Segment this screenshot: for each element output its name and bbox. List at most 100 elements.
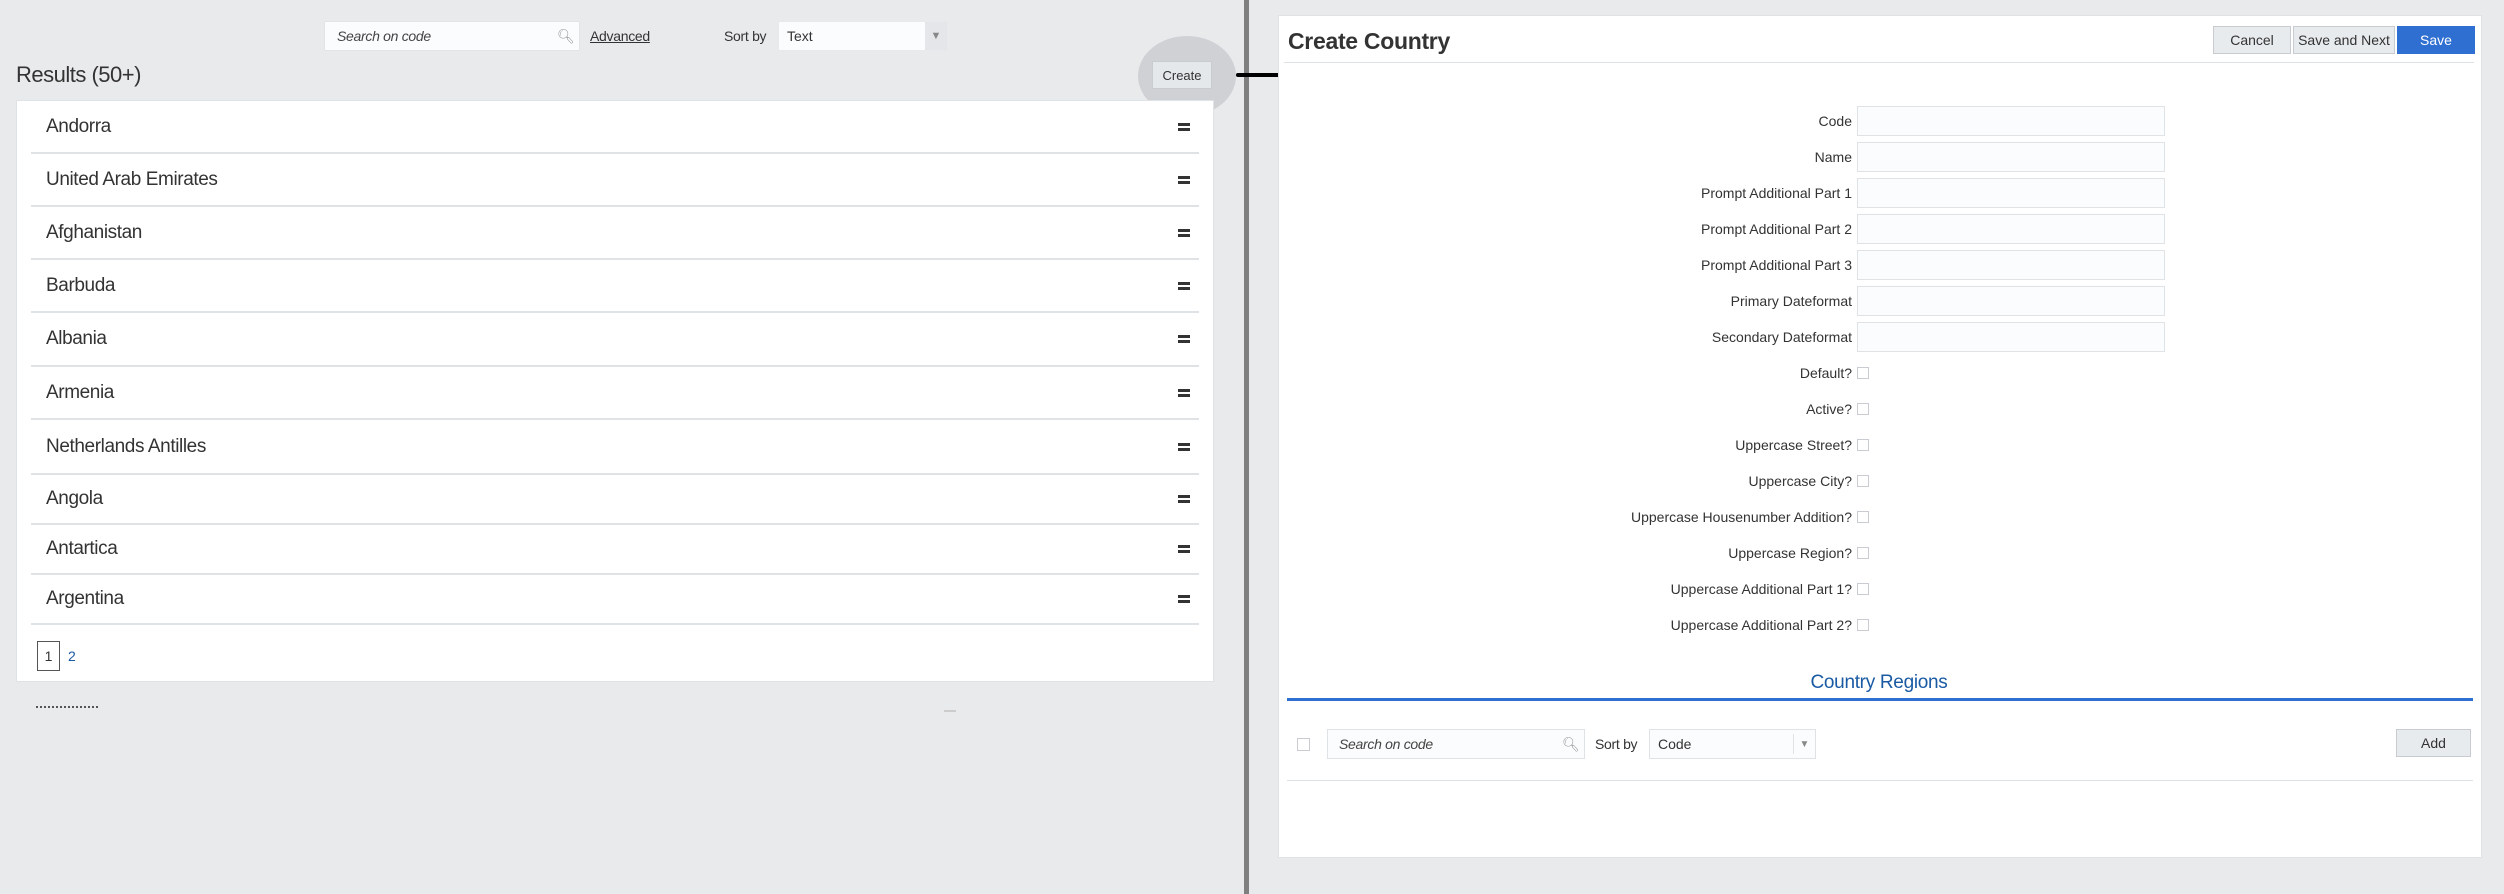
list-item[interactable]: Barbuda <box>31 260 1199 313</box>
list-item[interactable]: United Arab Emirates <box>31 154 1199 207</box>
chevron-down-icon[interactable]: ▼ <box>925 22 947 50</box>
pane-divider <box>1244 0 1249 894</box>
advanced-search-link[interactable]: Advanced <box>590 28 650 44</box>
save-button[interactable]: Save <box>2397 26 2475 54</box>
form-row-code: Code <box>1279 105 2179 137</box>
field-label: Prompt Additional Part 1 <box>1701 185 1852 201</box>
country-name: Armenia <box>46 381 114 403</box>
regions-sort-by-select[interactable]: Code ▼ <box>1649 729 1816 759</box>
cancel-button[interactable]: Cancel <box>2213 26 2291 54</box>
search-input[interactable]: Search on code 🔍︎ <box>324 21 580 51</box>
form-row-uppercase-part-1: Uppercase Additional Part 1? <box>1279 573 2179 605</box>
add-region-button[interactable]: Add <box>2396 729 2471 757</box>
uppercase-region-checkbox[interactable] <box>1857 547 1869 559</box>
row-menu-icon[interactable] <box>1169 442 1199 451</box>
uppercase-street-checkbox[interactable] <box>1857 439 1869 451</box>
form-row-uppercase-part-2: Uppercase Additional Part 2? <box>1279 609 2179 641</box>
list-item[interactable]: Armenia <box>31 367 1199 420</box>
results-title: Results (50+) <box>16 62 141 87</box>
create-country-dialog: Create Country Cancel Save and Next Save… <box>1278 15 2482 858</box>
list-item[interactable]: Albania <box>31 313 1199 367</box>
prompt-additional-part-2-field[interactable] <box>1857 214 2165 244</box>
list-item[interactable]: Netherlands Antilles <box>31 420 1199 475</box>
country-name: Afghanistan <box>46 221 142 243</box>
sort-by-value: Text <box>787 28 813 44</box>
row-menu-icon[interactable] <box>1169 545 1199 553</box>
country-name: Andorra <box>46 115 111 137</box>
title-divider <box>1284 62 2474 63</box>
search-icon[interactable]: 🔍︎ <box>557 28 579 45</box>
checkbox-label: Uppercase Street? <box>1735 437 1852 453</box>
checkbox-label: Default? <box>1799 365 1852 381</box>
list-item[interactable]: Afghanistan <box>31 207 1199 260</box>
primary-dateformat-field[interactable] <box>1857 286 2165 316</box>
code-field[interactable] <box>1857 106 2165 136</box>
form-row-primary-dateformat: Primary Dateformat <box>1279 285 2179 317</box>
active-checkbox[interactable] <box>1857 403 1869 415</box>
caret-down-icon[interactable]: ▼ <box>1793 734 1815 754</box>
list-item[interactable]: Argentina <box>31 575 1199 625</box>
country-name: Netherlands Antilles <box>46 435 206 457</box>
form-row-uppercase-street: Uppercase Street? <box>1279 429 2179 461</box>
create-button[interactable]: Create <box>1152 61 1212 89</box>
uppercase-city-checkbox[interactable] <box>1857 475 1869 487</box>
save-and-next-button[interactable]: Save and Next <box>2293 26 2395 54</box>
form-row-name: Name <box>1279 141 2179 173</box>
country-name: Argentina <box>46 588 124 609</box>
row-menu-icon[interactable] <box>1169 495 1199 503</box>
country-name: United Arab Emirates <box>46 168 218 190</box>
checkbox-label: Uppercase Housenumber Addition? <box>1630 509 1852 525</box>
list-item[interactable]: Angola <box>31 475 1199 525</box>
list-item[interactable]: Andorra <box>31 101 1199 154</box>
results-list: Andorra United Arab Emirates Afghanistan… <box>16 100 1214 682</box>
prompt-additional-part-3-field[interactable] <box>1857 250 2165 280</box>
select-all-checkbox[interactable] <box>1297 738 1310 751</box>
regions-sort-by-label: Sort by <box>1595 736 1638 752</box>
default-checkbox[interactable] <box>1857 367 1869 379</box>
checkbox-label: Uppercase Region? <box>1728 545 1852 561</box>
truncated-footer-mark <box>944 710 956 712</box>
field-label: Secondary Dateformat <box>1711 329 1852 345</box>
row-menu-icon[interactable] <box>1169 175 1199 184</box>
checkbox-label: Active? <box>1806 401 1852 417</box>
field-label: Primary Dateformat <box>1730 293 1852 309</box>
search-icon[interactable]: 🔍︎ <box>1562 736 1584 753</box>
row-menu-icon[interactable] <box>1169 335 1199 343</box>
truncated-footer <box>36 706 98 708</box>
list-item[interactable]: Antartica <box>31 525 1199 575</box>
sort-by-select[interactable]: Text ▼ <box>778 21 948 51</box>
form-row-prompt-1: Prompt Additional Part 1 <box>1279 177 2179 209</box>
form-row-prompt-2: Prompt Additional Part 2 <box>1279 213 2179 245</box>
secondary-dateformat-field[interactable] <box>1857 322 2165 352</box>
checkbox-label: Uppercase Additional Part 1? <box>1670 581 1852 597</box>
pagination: 1 2 <box>37 641 76 671</box>
country-name: Albania <box>46 328 107 349</box>
prompt-additional-part-1-field[interactable] <box>1857 178 2165 208</box>
regions-divider <box>1287 780 2473 781</box>
uppercase-additional-part-2-checkbox[interactable] <box>1857 619 1869 631</box>
row-menu-icon[interactable] <box>1169 595 1199 603</box>
country-name: Antartica <box>46 538 118 559</box>
field-label: Code <box>1818 113 1852 129</box>
regions-search-input[interactable]: Search on code 🔍︎ <box>1327 729 1585 759</box>
page-link[interactable]: 2 <box>68 648 76 664</box>
name-field[interactable] <box>1857 142 2165 172</box>
form-row-uppercase-region: Uppercase Region? <box>1279 537 2179 569</box>
uppercase-additional-part-1-checkbox[interactable] <box>1857 583 1869 595</box>
checkbox-label: Uppercase City? <box>1748 473 1853 489</box>
row-menu-icon[interactable] <box>1169 228 1199 237</box>
country-name: Angola <box>46 488 103 509</box>
page-current[interactable]: 1 <box>37 641 60 671</box>
search-placeholder: Search on code <box>337 28 431 44</box>
country-name: Barbuda <box>46 274 116 296</box>
country-regions-title: Country Regions <box>1810 672 1948 693</box>
row-menu-icon[interactable] <box>1169 122 1199 131</box>
regions-search-placeholder: Search on code <box>1339 736 1433 752</box>
uppercase-housenumber-addition-checkbox[interactable] <box>1857 511 1869 523</box>
form-row-active: Active? <box>1279 393 2179 425</box>
checkbox-label: Uppercase Additional Part 2? <box>1670 617 1852 633</box>
form-row-default: Default? <box>1279 357 2179 389</box>
row-menu-icon[interactable] <box>1169 281 1199 290</box>
field-label: Prompt Additional Part 3 <box>1701 257 1852 273</box>
row-menu-icon[interactable] <box>1169 388 1199 397</box>
